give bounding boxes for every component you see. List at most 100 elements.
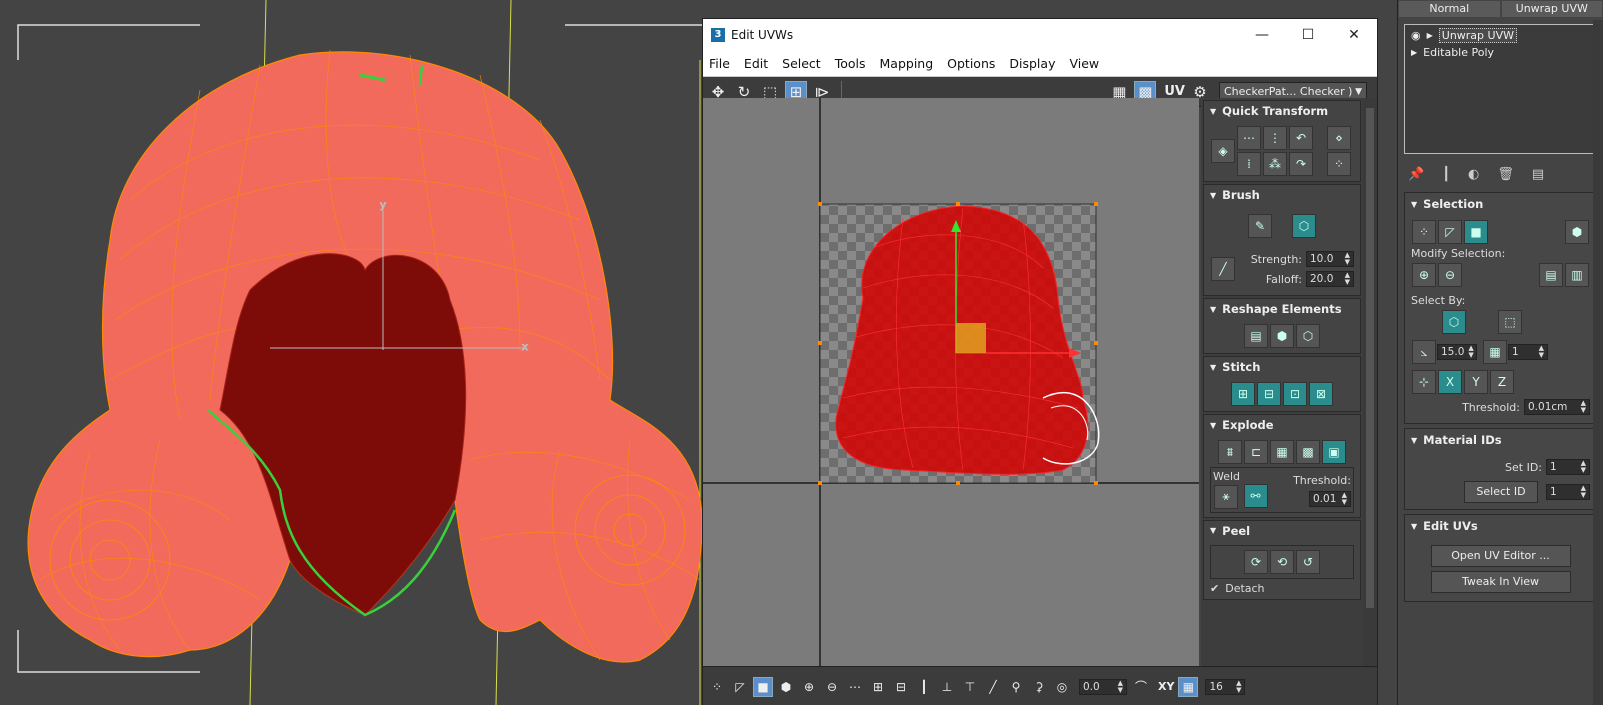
edge-select-icon[interactable]: ◸ bbox=[1438, 220, 1462, 244]
break-icon[interactable]: ⩩ bbox=[1218, 440, 1242, 464]
grow-icon[interactable]: ⊕ bbox=[799, 677, 819, 697]
menu-file[interactable]: File bbox=[709, 56, 730, 71]
flatten-by-smoothing-icon[interactable]: ▦ bbox=[1270, 440, 1294, 464]
close-button[interactable]: ✕ bbox=[1331, 27, 1377, 43]
show-end-result-icon[interactable]: ┃ bbox=[1442, 167, 1450, 182]
straighten-icon[interactable]: ▤ bbox=[1244, 324, 1268, 348]
reset-peel-icon[interactable]: ↺ bbox=[1296, 549, 1320, 574]
expand-icon[interactable]: ▶ bbox=[1411, 48, 1417, 57]
space-horizontal-icon[interactable]: ⁞ bbox=[1237, 152, 1261, 176]
eye-icon[interactable]: ◉ bbox=[1411, 29, 1421, 42]
polygon-mode-icon[interactable]: ■ bbox=[753, 676, 773, 697]
vertex-select-icon[interactable]: ⁘ bbox=[1412, 220, 1436, 244]
stitch-target-icon[interactable]: ⊠ bbox=[1309, 382, 1333, 406]
relax-settings-icon[interactable]: ⬡ bbox=[1296, 324, 1320, 348]
menu-view[interactable]: View bbox=[1069, 56, 1099, 71]
vertex-mode-icon[interactable]: ⁘ bbox=[707, 677, 727, 697]
shrink-selection-icon[interactable]: ⊖ bbox=[1438, 263, 1462, 287]
peel-mode-icon[interactable]: ⟲ bbox=[1270, 549, 1294, 574]
relax-brush-icon[interactable]: ⬡ bbox=[1292, 214, 1316, 238]
select-id-button[interactable]: Select ID bbox=[1464, 481, 1538, 503]
command-panel-scrollbar[interactable] bbox=[1593, 20, 1603, 705]
axis-z-icon[interactable]: Z bbox=[1490, 370, 1514, 394]
loop-select-icon[interactable]: ▥ bbox=[1565, 263, 1589, 287]
pivot-icon[interactable]: ◈ bbox=[1211, 139, 1235, 163]
soft-select-icon[interactable]: ⚲ bbox=[1006, 677, 1026, 697]
flatten-icon[interactable]: ▣ bbox=[1322, 440, 1346, 464]
perspective-viewport[interactable]: y x bbox=[0, 0, 702, 705]
rotate-cw-icon[interactable]: ↷ bbox=[1289, 152, 1313, 176]
weld-selected-icon[interactable]: ⚹ bbox=[1214, 484, 1238, 509]
soft-select-falloff-icon[interactable]: ⚳ bbox=[1029, 677, 1049, 697]
vertical-line-icon[interactable]: ┃ bbox=[914, 677, 934, 697]
weld-threshold-spinner[interactable]: 0.01 ▲ ▼ bbox=[1309, 491, 1351, 507]
strength-spinner[interactable]: 10.0 ▲ ▼ bbox=[1306, 251, 1354, 267]
menu-select[interactable]: Select bbox=[782, 56, 821, 71]
scrollbar-thumb[interactable] bbox=[1366, 108, 1374, 608]
paint-deselect-icon[interactable]: ⊤ bbox=[960, 677, 980, 697]
quick-transform-header[interactable]: ▼ Quick Transform bbox=[1204, 101, 1360, 121]
menu-options[interactable]: Options bbox=[947, 56, 995, 71]
grid-size-spinner[interactable]: 16 ▲ ▼ bbox=[1205, 678, 1246, 695]
axis-y-icon[interactable]: Y bbox=[1464, 370, 1488, 394]
grow-selection-icon[interactable]: ⊕ bbox=[1412, 263, 1436, 287]
ring-select-icon[interactable]: ▤ bbox=[1539, 263, 1563, 287]
brush-header[interactable]: ▼ Brush bbox=[1204, 185, 1360, 205]
angle-spinner[interactable]: 15.0 ▲ ▼ bbox=[1437, 344, 1477, 360]
falloff-distance-spinner[interactable]: 0.0 ▲ ▼ bbox=[1079, 678, 1127, 695]
expand-icon[interactable]: ▶ bbox=[1427, 31, 1433, 40]
space-vertical-icon[interactable]: ⁂ bbox=[1263, 152, 1287, 176]
flatten-by-material-icon[interactable]: ▩ bbox=[1296, 440, 1320, 464]
selection-header[interactable]: ▼ Selection bbox=[1405, 193, 1596, 215]
edge-mode-icon[interactable]: ◸ bbox=[730, 677, 750, 697]
rollout-scrollbar[interactable] bbox=[1363, 98, 1377, 666]
set-id-spinner[interactable]: 1 ▲ ▼ bbox=[1546, 459, 1590, 475]
uv-space-label[interactable]: UV bbox=[1164, 84, 1185, 99]
stack-item-unwrap-uvw[interactable]: ◉ ▶ Unwrap UVW bbox=[1407, 27, 1594, 44]
break-edge-icon[interactable]: ⊏ bbox=[1244, 440, 1268, 464]
align-horizontal-icon[interactable]: ⋯ bbox=[1237, 126, 1261, 150]
menu-tools[interactable]: Tools bbox=[835, 56, 866, 71]
menu-edit[interactable]: Edit bbox=[744, 56, 768, 71]
grid-icon[interactable]: ▦ bbox=[1178, 676, 1199, 697]
quick-peel-icon[interactable]: ⟳ bbox=[1244, 549, 1268, 574]
paint-select-icon[interactable]: ⊥ bbox=[937, 677, 957, 697]
stitch-source-icon[interactable]: ⊟ bbox=[1257, 382, 1281, 406]
uv-editor-canvas[interactable] bbox=[703, 98, 1199, 666]
menu-mapping[interactable]: Mapping bbox=[880, 56, 934, 71]
element-select-icon[interactable]: ⬢ bbox=[1565, 220, 1589, 244]
select-id-spinner[interactable]: 1 ▲ ▼ bbox=[1546, 484, 1590, 500]
minimize-button[interactable]: — bbox=[1239, 27, 1285, 43]
make-unique-icon[interactable]: ◐ bbox=[1468, 167, 1479, 182]
tab-unwrap-uvw[interactable]: Unwrap UVW bbox=[1501, 1, 1602, 17]
relax-icon[interactable]: ⬢ bbox=[1270, 324, 1294, 348]
tweak-in-view-button[interactable]: Tweak In View bbox=[1430, 571, 1571, 593]
select-by-planar-icon[interactable]: ⬚ bbox=[1498, 310, 1522, 334]
peel-header[interactable]: ▼ Peel bbox=[1204, 521, 1360, 541]
distribute-v-icon[interactable]: ⁘ bbox=[1327, 152, 1351, 176]
stitch-average-icon[interactable]: ⊡ bbox=[1283, 382, 1307, 406]
detach-checkbox[interactable]: ✔ bbox=[1210, 582, 1219, 595]
pin-stack-icon[interactable]: 📌 bbox=[1408, 167, 1424, 182]
stack-item-editable-poly[interactable]: ▶ Editable Poly bbox=[1407, 44, 1594, 61]
planar-angle-icon[interactable]: ⦣ bbox=[1412, 340, 1436, 364]
shrink-icon[interactable]: ⊖ bbox=[822, 677, 842, 697]
reshape-header[interactable]: ▼ Reshape Elements bbox=[1204, 299, 1360, 319]
material-ids-header[interactable]: ▼ Material IDs bbox=[1405, 429, 1596, 451]
paint-move-icon[interactable]: ✎ bbox=[1248, 214, 1272, 238]
select-by-element-icon[interactable]: ⬡ bbox=[1442, 310, 1466, 334]
axis-x-icon[interactable]: X bbox=[1438, 370, 1462, 394]
mirror-select-icon[interactable]: ⊹ bbox=[1412, 370, 1436, 394]
brush-line-icon[interactable]: ╱ bbox=[1211, 257, 1235, 281]
open-uv-editor-button[interactable]: Open UV Editor ... bbox=[1430, 545, 1571, 567]
edit-uvs-header[interactable]: ▼ Edit UVs bbox=[1405, 515, 1596, 537]
align-vertical-icon[interactable]: ⋮ bbox=[1263, 126, 1287, 150]
loop-grow-icon[interactable]: ⊟ bbox=[891, 677, 911, 697]
falloff-spinner[interactable]: 20.0 ▲ ▼ bbox=[1306, 271, 1354, 287]
threshold-spinner[interactable]: 0.01cm ▲ ▼ bbox=[1524, 399, 1590, 415]
snap-icon[interactable]: ◎ bbox=[1052, 677, 1072, 697]
brush-icon[interactable]: ╱ bbox=[983, 677, 1003, 697]
count-spinner[interactable]: 1 ▲ ▼ bbox=[1508, 344, 1548, 360]
maximize-button[interactable]: ☐ bbox=[1285, 27, 1331, 43]
falloff-curve-icon[interactable]: ⌒ bbox=[1131, 677, 1151, 697]
